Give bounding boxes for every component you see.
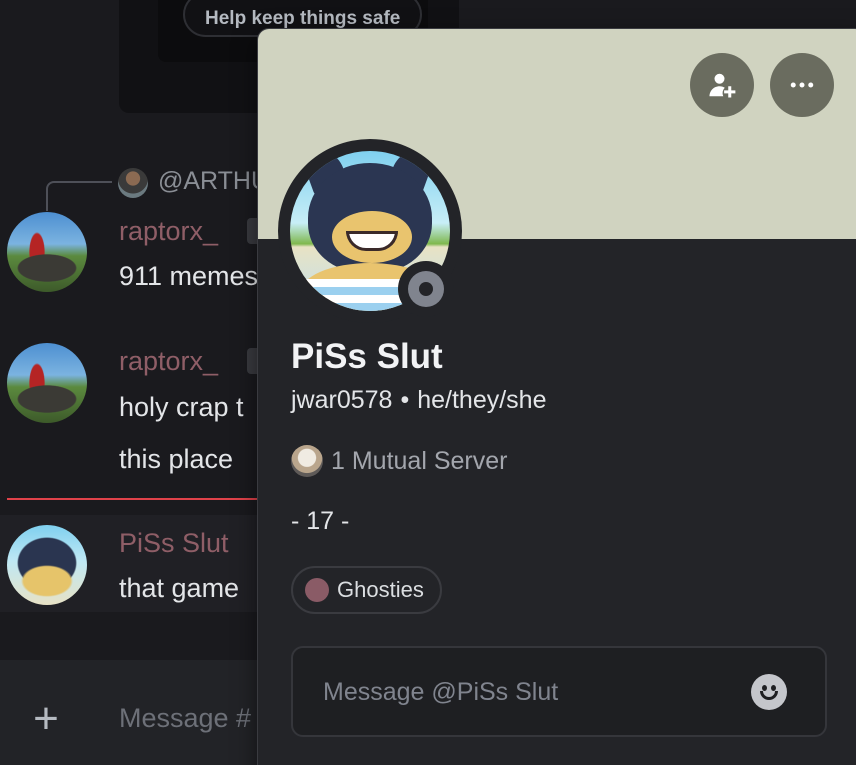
mutual-servers-link[interactable]: 1 Mutual Server bbox=[291, 445, 507, 477]
message-text: 911 memes bbox=[119, 261, 259, 291]
role-chip[interactable]: Ghosties bbox=[291, 566, 442, 614]
mutual-servers-label: 1 Mutual Server bbox=[331, 446, 508, 475]
separator: • bbox=[400, 386, 410, 414]
plus-icon[interactable]: + bbox=[26, 697, 66, 741]
user-profile-popout: PiSs Slut jwar0578 • he/they/she 1 Mutual … bbox=[257, 28, 856, 765]
avatar[interactable] bbox=[7, 212, 87, 292]
message-author[interactable]: PiSs Slut bbox=[119, 528, 229, 559]
role-color-dot bbox=[305, 578, 329, 602]
message-author[interactable]: raptorx_ bbox=[119, 216, 218, 247]
avatar[interactable] bbox=[7, 525, 87, 605]
display-name: PiSs Slut bbox=[291, 337, 443, 376]
more-icon bbox=[790, 82, 814, 88]
message-text: this place bbox=[119, 444, 234, 474]
server-icon bbox=[291, 445, 323, 477]
reply-username[interactable]: @ARTHU bbox=[158, 167, 269, 196]
pronouns: he/they/she bbox=[417, 386, 547, 414]
message-text: that game bbox=[119, 573, 240, 603]
emoji-icon[interactable] bbox=[751, 674, 787, 710]
username[interactable]: jwar0578 bbox=[291, 386, 392, 414]
reply-avatar[interactable] bbox=[118, 168, 148, 198]
status-indicator bbox=[398, 261, 454, 317]
chat-message-input[interactable]: Message # bbox=[119, 703, 251, 734]
new-messages-divider bbox=[7, 498, 267, 500]
message-text: holy crap t bbox=[119, 392, 244, 422]
role-name: Ghosties bbox=[337, 577, 424, 602]
dm-placeholder: Message @PiSs Slut bbox=[323, 678, 559, 706]
offline-status-icon bbox=[408, 271, 444, 307]
add-friend-button[interactable] bbox=[690, 53, 754, 117]
username-line: jwar0578 • he/they/she bbox=[291, 386, 546, 415]
more-options-button[interactable] bbox=[770, 53, 834, 117]
avatar[interactable] bbox=[7, 343, 87, 423]
direct-message-input[interactable]: Message @PiSs Slut bbox=[291, 646, 827, 737]
reply-connector bbox=[46, 181, 112, 211]
bio: - 17 - bbox=[291, 507, 350, 535]
add-friend-icon bbox=[709, 73, 736, 98]
message-author[interactable]: raptorx_ bbox=[119, 346, 218, 377]
